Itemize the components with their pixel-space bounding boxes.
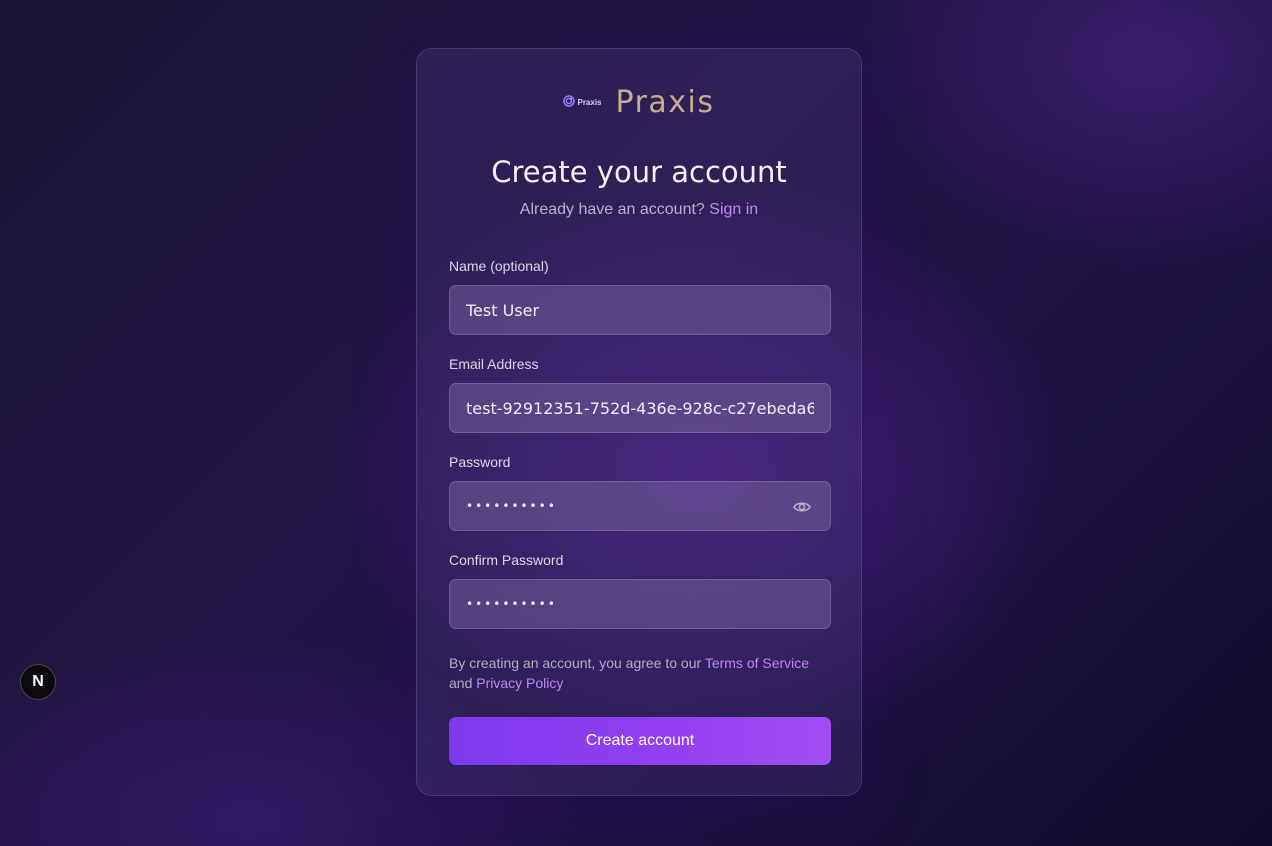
name-field-wrapper xyxy=(449,285,831,335)
password-field-wrapper xyxy=(449,481,831,531)
signup-card: Praxis Praxis Create your account Alread… xyxy=(416,48,862,796)
signin-prompt-text: Already have an account? xyxy=(519,201,705,218)
confirm-password-field-wrapper xyxy=(449,579,831,629)
password-label: Password xyxy=(449,454,511,470)
terms-and: and xyxy=(449,675,473,691)
terms-notice: By creating an account, you agree to our… xyxy=(449,653,833,693)
email-label: Email Address xyxy=(449,356,539,372)
name-label: Name (optional) xyxy=(449,258,549,274)
confirm-password-label: Confirm Password xyxy=(449,552,564,568)
signin-link[interactable]: Sign in xyxy=(709,201,758,218)
password-field[interactable] xyxy=(450,482,830,530)
brand-logo-text: Praxis xyxy=(577,98,602,107)
brand-name: Praxis xyxy=(615,85,715,120)
terms-prefix: By creating an account, you agree to our xyxy=(449,655,702,671)
email-field[interactable] xyxy=(450,384,830,432)
eye-icon[interactable] xyxy=(792,497,812,517)
brand-logo: Praxis xyxy=(563,94,602,112)
signin-prompt: Already have an account? Sign in xyxy=(417,201,861,219)
praxis-logo-icon xyxy=(563,94,576,112)
brand: Praxis Praxis xyxy=(417,85,861,120)
page-title: Create your account xyxy=(491,155,787,189)
name-field[interactable] xyxy=(450,286,830,334)
nextjs-dev-badge[interactable]: N xyxy=(20,664,56,700)
privacy-policy-link[interactable]: Privacy Policy xyxy=(476,675,563,691)
email-field-wrapper xyxy=(449,383,831,433)
terms-of-service-link[interactable]: Terms of Service xyxy=(705,655,809,671)
confirm-password-field[interactable] xyxy=(450,580,830,628)
create-account-button[interactable]: Create account xyxy=(449,717,831,765)
